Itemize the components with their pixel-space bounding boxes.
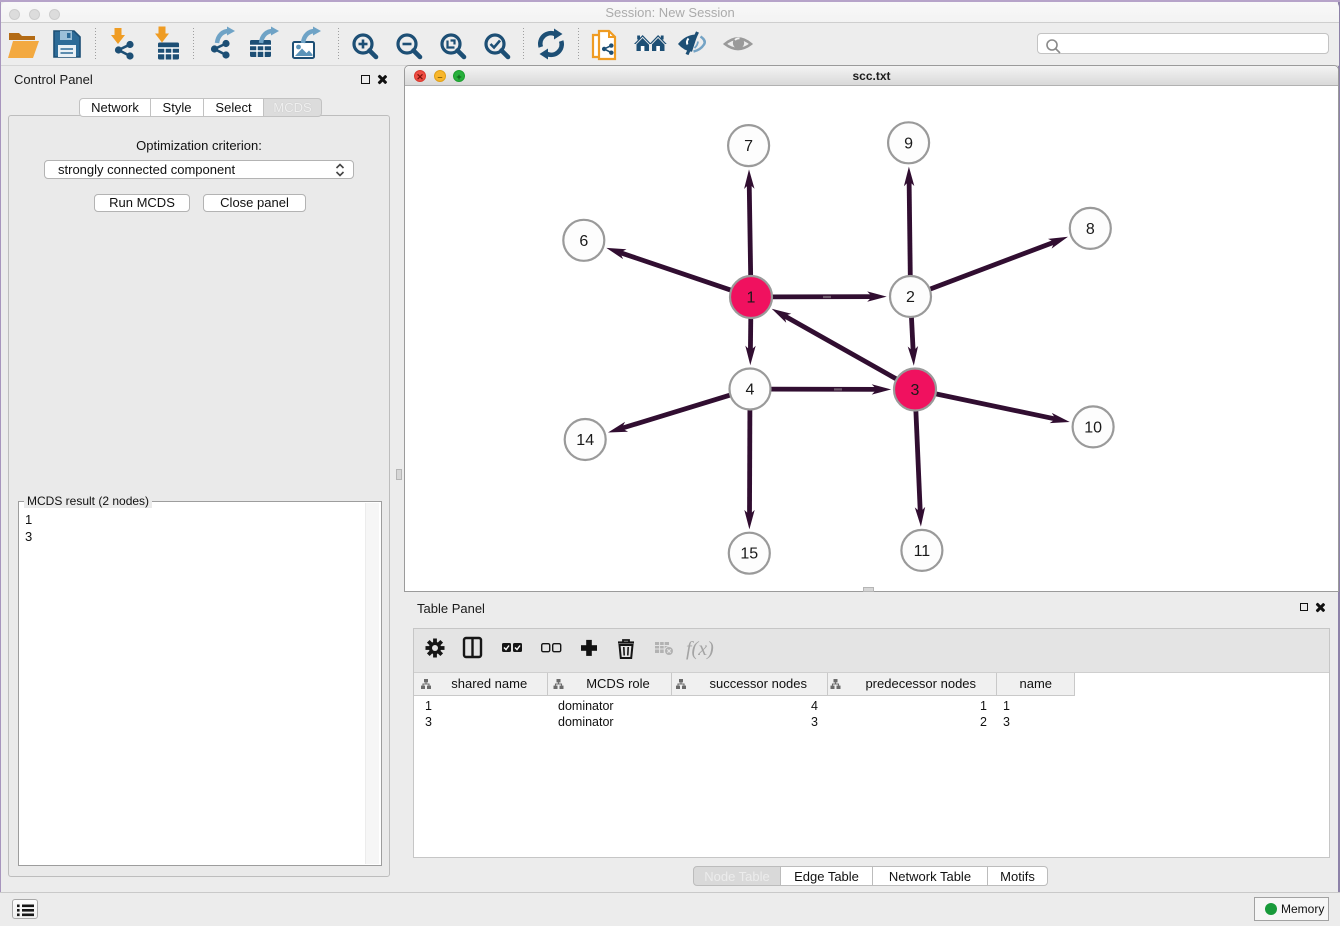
svg-text:2: 2 <box>906 289 915 306</box>
svg-text:14: 14 <box>576 432 594 449</box>
svg-text:15: 15 <box>740 546 758 563</box>
svg-text:7: 7 <box>744 138 753 155</box>
svg-text:f(x): f(x) <box>686 638 714 660</box>
svg-text:3: 3 <box>911 382 920 399</box>
svg-text:8: 8 <box>1086 221 1095 238</box>
svg-text:1: 1 <box>747 290 756 307</box>
svg-text:11: 11 <box>914 543 931 560</box>
svg-text:10: 10 <box>1084 419 1102 436</box>
svg-text:4: 4 <box>746 382 755 399</box>
svg-text:9: 9 <box>904 135 913 152</box>
svg-text:6: 6 <box>579 233 588 250</box>
